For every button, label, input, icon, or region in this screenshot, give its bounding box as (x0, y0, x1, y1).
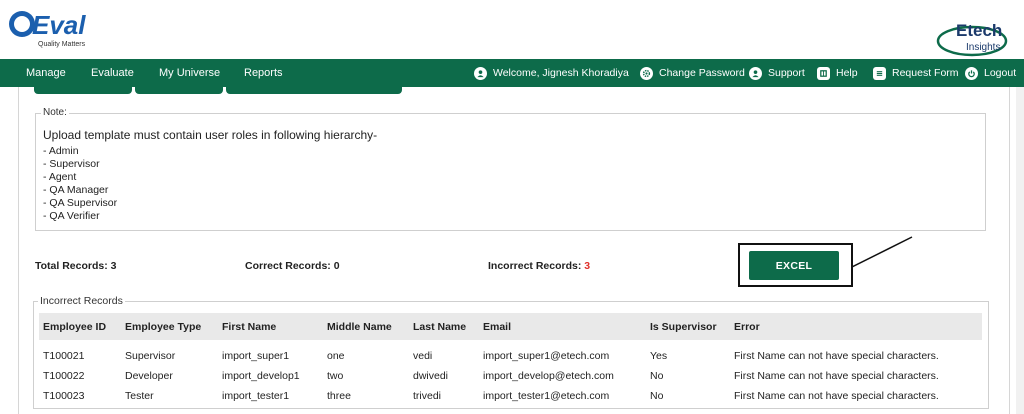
welcome-text: Welcome, Jignesh Khoradiya (493, 67, 629, 79)
logout-link[interactable]: Logout (965, 59, 1016, 87)
role-item: - QA Supervisor (43, 197, 118, 209)
help-label: Help (836, 67, 858, 79)
column-header[interactable]: Employee ID (39, 313, 121, 340)
nav-my-universe[interactable]: My Universe (159, 59, 220, 87)
cell-employee-type: Supervisor (125, 350, 176, 362)
table-header-row: Employee ID Employee Type First Name Mid… (39, 313, 982, 340)
total-records-label: Total Records: (35, 260, 108, 272)
column-header[interactable]: Is Supervisor (646, 313, 730, 340)
role-list: - Admin - Supervisor - Agent - QA Manage… (43, 145, 117, 223)
incorrect-records-value: 3 (584, 260, 591, 272)
support-icon (749, 66, 762, 80)
power-icon (965, 66, 978, 80)
request-form-label: Request Form (892, 67, 959, 79)
cell-error: First Name can not have special characte… (734, 350, 939, 362)
cell-employee-type: Developer (125, 370, 173, 382)
help-link[interactable]: Help (817, 59, 858, 87)
logout-label: Logout (984, 67, 1017, 79)
support-label: Support (768, 67, 805, 79)
correct-records: Correct Records: 0 (245, 260, 340, 272)
svg-text:Quality Matters: Quality Matters (38, 41, 86, 48)
svg-text:Insights: Insights (966, 42, 1000, 53)
cell-email: import_tester1@etech.com (483, 390, 610, 402)
cell-employee-id: T100022 (43, 370, 85, 382)
cell-middle-name: one (327, 350, 345, 362)
change-password-link[interactable]: Change Password (640, 59, 745, 87)
note-legend: Note: (41, 107, 69, 118)
annotation-pointer (852, 236, 913, 268)
svg-text:Eval: Eval (32, 10, 86, 40)
role-item: - Admin (43, 145, 79, 157)
cell-last-name: dwivedi (413, 370, 449, 382)
cell-middle-name: three (327, 390, 351, 402)
excel-export-button[interactable]: EXCEL (749, 251, 839, 280)
svg-text:Etech: Etech (956, 21, 1002, 40)
table-row: T100022 Developer import_develop1 two dw… (39, 366, 982, 386)
incorrect-records-legend: Incorrect Records (38, 295, 125, 307)
incorrect-records-table: Employee ID Employee Type First Name Mid… (39, 313, 982, 406)
role-item: - QA Verifier (43, 210, 100, 222)
column-header[interactable]: Email (479, 313, 646, 340)
support-link[interactable]: Support (749, 59, 805, 87)
table-row: T100021 Supervisor import_super1 one ved… (39, 340, 982, 366)
column-header[interactable]: First Name (218, 313, 323, 340)
cell-email: import_super1@etech.com (483, 350, 610, 362)
cell-is-supervisor: No (650, 390, 664, 402)
cell-middle-name: two (327, 370, 344, 382)
cell-employee-type: Tester (125, 390, 154, 402)
correct-records-value: 0 (333, 260, 340, 272)
cell-first-name: import_develop1 (222, 370, 300, 382)
scrollbar[interactable] (1016, 87, 1024, 414)
form-icon (873, 66, 886, 80)
cell-error: First Name can not have special characte… (734, 390, 939, 402)
cell-employee-id: T100021 (43, 350, 85, 362)
cell-email: import_develop@etech.com (483, 370, 614, 382)
cell-first-name: import_tester1 (222, 390, 290, 402)
column-header[interactable]: Employee Type (121, 313, 218, 340)
change-password-label: Change Password (659, 67, 745, 79)
role-item: - QA Manager (43, 184, 109, 196)
app-header: Eval Quality Matters Etech Insights (0, 0, 1024, 59)
main-nav: Manage Evaluate My Universe Reports Welc… (0, 59, 1024, 87)
incorrect-records-label: Incorrect Records: (488, 260, 582, 272)
total-records-value: 3 (110, 260, 117, 272)
note-heading: Upload template must contain user roles … (43, 128, 378, 142)
nav-reports[interactable]: Reports (244, 59, 283, 87)
cell-is-supervisor: Yes (650, 350, 668, 362)
gear-icon (640, 66, 653, 80)
cell-is-supervisor: No (650, 370, 664, 382)
welcome-user[interactable]: Welcome, Jignesh Khoradiya (474, 59, 629, 87)
user-icon (474, 66, 487, 80)
request-form-link[interactable]: Request Form (873, 59, 959, 87)
column-header[interactable]: Middle Name (323, 313, 409, 340)
cell-error: First Name can not have special characte… (734, 370, 939, 382)
table-row: T100023 Tester import_tester1 three triv… (39, 386, 982, 406)
total-records: Total Records: 3 (35, 260, 117, 272)
cell-employee-id: T100023 (43, 390, 85, 402)
cell-last-name: vedi (413, 350, 433, 362)
nav-evaluate[interactable]: Evaluate (91, 59, 134, 87)
nav-manage[interactable]: Manage (26, 59, 66, 87)
qeval-logo[interactable]: Eval Quality Matters (8, 4, 98, 50)
correct-records-label: Correct Records: (245, 260, 331, 272)
help-book-icon (817, 66, 830, 80)
role-item: - Supervisor (43, 158, 100, 170)
column-header[interactable]: Error (730, 313, 982, 340)
column-header[interactable]: Last Name (409, 313, 479, 340)
etech-insights-logo[interactable]: Etech Insights (934, 16, 1018, 58)
cell-first-name: import_super1 (222, 350, 290, 362)
cell-last-name: trivedi (413, 390, 442, 402)
incorrect-records: Incorrect Records: 3 (488, 260, 590, 272)
role-item: - Agent (43, 171, 77, 183)
